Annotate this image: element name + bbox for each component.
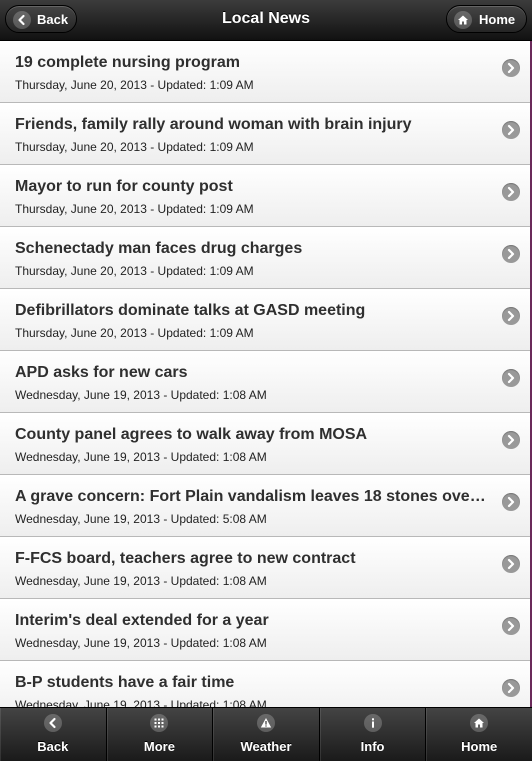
header-bar: Back Local News Home	[0, 0, 532, 41]
news-list-item[interactable]: Mayor to run for county post Thursday, J…	[0, 165, 530, 227]
news-date: Thursday, June 20, 2013 - Updated: 1:09 …	[15, 140, 254, 154]
footer-info-label: Info	[360, 739, 385, 754]
back-icon	[43, 714, 62, 732]
footer-weather-label: Weather	[240, 739, 292, 754]
chevron-right-icon	[502, 617, 520, 635]
news-title: F-FCS board, teachers agree to new contr…	[15, 550, 356, 567]
news-title: Schenectady man faces drug charges	[15, 240, 303, 257]
news-title: Mayor to run for county post	[15, 178, 233, 195]
news-date: Wednesday, June 19, 2013 - Updated: 1:08…	[15, 698, 267, 707]
footer-more-label: More	[143, 739, 175, 754]
news-list-item[interactable]: County panel agrees to walk away from MO…	[0, 413, 530, 475]
home-icon	[470, 714, 489, 732]
footer-home-label: Home	[461, 739, 498, 754]
news-title: County panel agrees to walk away from MO…	[15, 426, 368, 443]
news-list-item[interactable]: F-FCS board, teachers agree to new contr…	[0, 537, 530, 599]
news-list-item[interactable]: Interim's deal extended for a year Wedne…	[0, 599, 530, 661]
news-title: Defibrillators dominate talks at GASD me…	[15, 302, 366, 319]
news-date: Wednesday, June 19, 2013 - Updated: 1:08…	[15, 574, 267, 588]
home-button-label: Home	[479, 12, 516, 27]
chevron-right-icon	[502, 431, 520, 449]
news-date: Thursday, June 20, 2013 - Updated: 1:09 …	[15, 202, 254, 216]
chevron-right-icon	[502, 555, 520, 573]
footer-info-button[interactable]: Info	[320, 708, 427, 761]
info-icon	[363, 714, 382, 732]
news-list-item[interactable]: 19 complete nursing program Thursday, Ju…	[0, 41, 530, 103]
news-date: Thursday, June 20, 2013 - Updated: 1:09 …	[15, 78, 254, 92]
news-list-item[interactable]: Friends, family rally around woman with …	[0, 103, 530, 165]
news-title: 19 complete nursing program	[15, 54, 240, 71]
news-list-item[interactable]: A grave concern: Fort Plain vandalism le…	[0, 475, 530, 537]
footer-weather-button[interactable]: Weather	[213, 708, 320, 761]
news-list-item[interactable]: B-P students have a fair time Wednesday,…	[0, 661, 530, 707]
news-date: Wednesday, June 19, 2013 - Updated: 5:08…	[15, 512, 267, 526]
footer-back-label: Back	[37, 739, 69, 754]
news-date: Wednesday, June 19, 2013 - Updated: 1:08…	[15, 388, 267, 402]
alert-icon	[256, 714, 275, 732]
grid-icon	[150, 714, 169, 732]
news-list-item[interactable]: Schenectady man faces drug charges Thurs…	[0, 227, 530, 289]
footer-nav: Back More Weather Info Home	[0, 707, 532, 761]
chevron-right-icon	[502, 121, 520, 139]
chevron-right-icon	[502, 493, 520, 511]
footer-back-button[interactable]: Back	[0, 708, 107, 761]
chevron-right-icon	[502, 369, 520, 387]
chevron-right-icon	[502, 245, 520, 263]
news-date: Wednesday, June 19, 2013 - Updated: 1:08…	[15, 450, 267, 464]
news-date: Wednesday, June 19, 2013 - Updated: 1:08…	[15, 636, 267, 650]
footer-home-button[interactable]: Home	[426, 708, 532, 761]
home-button[interactable]: Home	[446, 5, 527, 33]
news-list-item[interactable]: APD asks for new cars Wednesday, June 19…	[0, 351, 530, 413]
news-date: Thursday, June 20, 2013 - Updated: 1:09 …	[15, 264, 254, 278]
news-list: 19 complete nursing program Thursday, Ju…	[0, 41, 532, 707]
news-date: Thursday, June 20, 2013 - Updated: 1:09 …	[15, 326, 254, 340]
chevron-right-icon	[502, 183, 520, 201]
news-title: Interim's deal extended for a year	[15, 612, 269, 629]
chevron-right-icon	[502, 679, 520, 697]
news-list-item[interactable]: Defibrillators dominate talks at GASD me…	[0, 289, 530, 351]
footer-more-button[interactable]: More	[107, 708, 214, 761]
news-title: APD asks for new cars	[15, 364, 188, 381]
chevron-right-icon	[502, 59, 520, 77]
home-icon	[454, 11, 472, 29]
news-title: Friends, family rally around woman with …	[15, 116, 412, 133]
news-title: B-P students have a fair time	[15, 674, 235, 691]
news-title: A grave concern: Fort Plain vandalism le…	[15, 488, 488, 505]
chevron-right-icon	[502, 307, 520, 325]
